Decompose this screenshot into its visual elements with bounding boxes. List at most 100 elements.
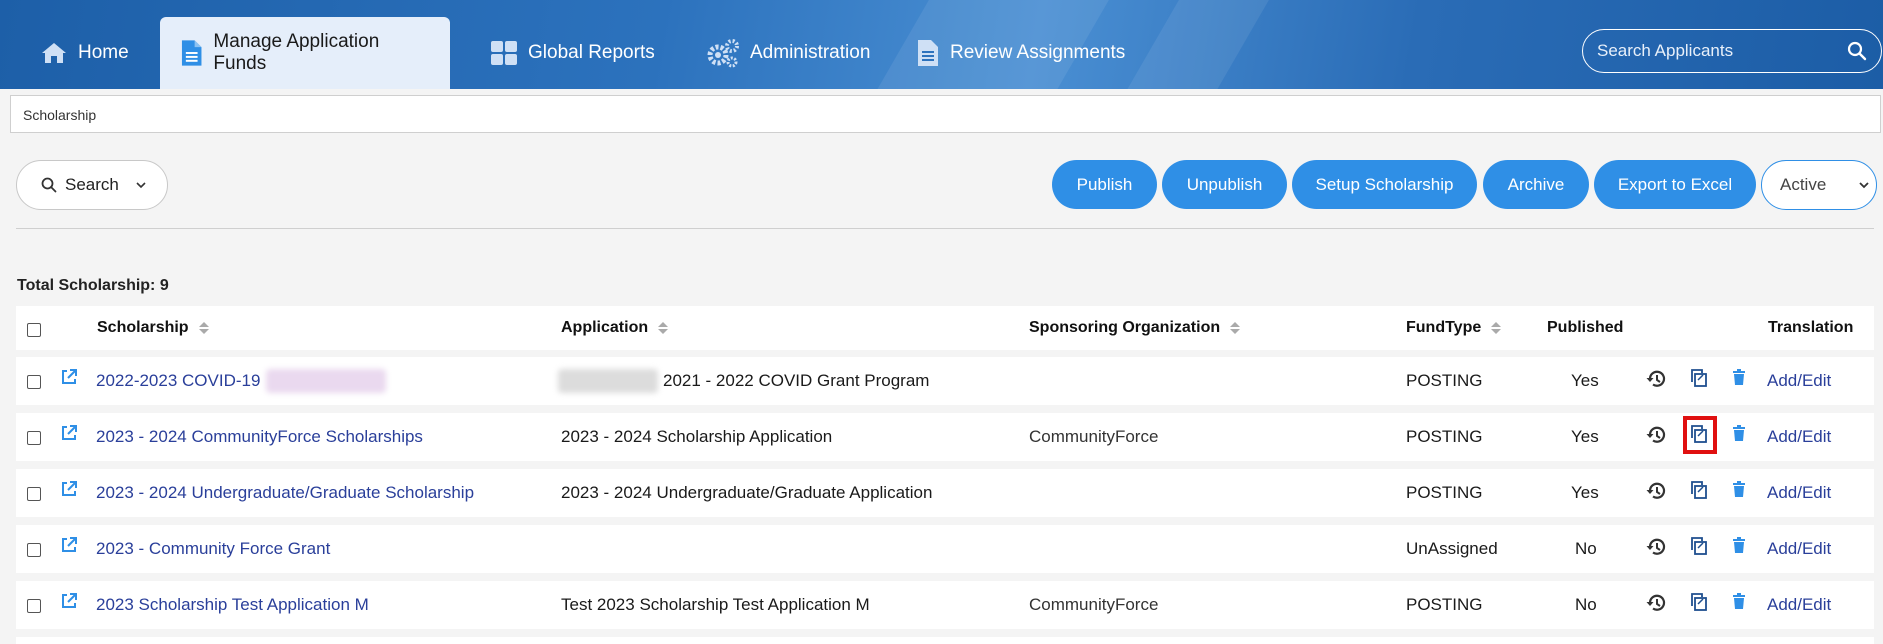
row-checkbox[interactable] [27, 375, 41, 389]
scholarship-link[interactable]: 2023 Scholarship Test Application M [96, 595, 369, 615]
copy-icon[interactable] [1690, 536, 1708, 556]
trash-icon[interactable] [1732, 593, 1746, 609]
column-fundtype[interactable]: FundType [1406, 319, 1502, 337]
history-icon[interactable] [1645, 369, 1667, 389]
search-applicants-box[interactable] [1582, 29, 1882, 73]
scholarship-link[interactable]: 2023 - 2024 CommunityForce Scholarships [96, 427, 423, 447]
application-name: 2023 - 2024 Undergraduate/Graduate Appli… [561, 483, 933, 502]
gears-icon [707, 39, 739, 68]
history-icon[interactable] [1645, 593, 1667, 613]
sort-icon[interactable] [658, 322, 669, 334]
status-filter-value: Active [1780, 175, 1827, 194]
history-icon[interactable] [1645, 425, 1667, 445]
table-row: 2022-2023 COVID-19 2021 - 2022 COVID Gra… [16, 357, 1874, 405]
export-excel-button[interactable]: Export to Excel [1594, 160, 1756, 209]
external-link-icon[interactable] [60, 536, 78, 554]
external-link-icon[interactable] [60, 480, 78, 498]
nav-admin-label: Administration [750, 42, 871, 63]
select-all-checkbox[interactable] [27, 323, 41, 337]
archive-button[interactable]: Archive [1483, 160, 1589, 209]
sponsoring-organization: CommunityForce [1029, 595, 1159, 614]
trash-icon[interactable] [1732, 425, 1746, 441]
translation-add-edit-link[interactable]: Add/Edit [1767, 427, 1831, 447]
top-navigation: Home Manage Application Funds Global Rep… [0, 0, 1883, 89]
column-translation-label: Translation [1768, 319, 1854, 336]
total-label: Total Scholarship: [17, 277, 156, 294]
table-row: 2023 - Community Force Grant UnAssigned … [16, 525, 1874, 573]
copy-icon[interactable] [1690, 480, 1708, 500]
external-link-icon[interactable] [60, 424, 78, 442]
toolbar-divider [16, 228, 1874, 229]
publish-button[interactable]: Publish [1052, 160, 1157, 209]
nav-review-label: Review Assignments [950, 42, 1126, 63]
column-published: Published [1547, 319, 1623, 337]
external-link-icon[interactable] [60, 368, 78, 386]
chevron-down-icon [136, 182, 146, 189]
application-name: 2023 - 2024 Scholarship Application [561, 427, 833, 446]
search-applicants-input[interactable] [1597, 41, 1837, 61]
nav-reports-label: Global Reports [528, 42, 655, 63]
copy-icon[interactable] [1690, 368, 1708, 388]
published-status: No [1575, 539, 1597, 558]
column-application[interactable]: Application [561, 319, 669, 337]
row-checkbox[interactable] [27, 431, 41, 445]
translation-add-edit-link[interactable]: Add/Edit [1767, 595, 1831, 615]
nav-home-label: Home [78, 42, 129, 63]
nav-global-reports[interactable]: Global Reports [470, 17, 673, 89]
nav-review-assignments[interactable]: Review Assignments [896, 17, 1143, 89]
table-row: 2023 Scholarship Test Application M Test… [16, 581, 1874, 629]
column-fundtype-label: FundType [1406, 319, 1482, 336]
unpublish-button[interactable]: Unpublish [1162, 160, 1287, 209]
published-status: Yes [1571, 483, 1599, 502]
application-name: Test 2023 Scholarship Test Application M [561, 595, 870, 614]
row-checkbox[interactable] [27, 487, 41, 501]
dashboard-icon [491, 41, 517, 65]
home-icon [42, 43, 66, 63]
trash-icon[interactable] [1732, 537, 1746, 553]
sponsoring-organization: CommunityForce [1029, 427, 1159, 446]
scholarship-link[interactable]: 2023 - 2024 Undergraduate/Graduate Schol… [96, 483, 474, 503]
sort-icon[interactable] [198, 322, 209, 334]
nav-manage-application-funds[interactable]: Manage Application Funds [160, 17, 450, 89]
translation-add-edit-link[interactable]: Add/Edit [1767, 539, 1831, 559]
column-published-label: Published [1547, 319, 1624, 336]
status-filter-select[interactable]: Active [1761, 160, 1877, 210]
sort-icon[interactable] [1491, 322, 1502, 334]
setup-scholarship-button[interactable]: Setup Scholarship [1292, 160, 1477, 209]
column-scholarship[interactable]: Scholarship [97, 319, 209, 337]
file-list-icon [918, 40, 938, 66]
translation-add-edit-link[interactable]: Add/Edit [1767, 371, 1831, 391]
external-link-icon[interactable] [60, 592, 78, 610]
scholarship-link[interactable]: 2022-2023 COVID-19 [96, 371, 260, 391]
column-sponsor-label: Sponsoring Organization [1029, 319, 1221, 336]
fund-type: POSTING [1406, 595, 1483, 614]
scholarship-link[interactable]: 2023 - Community Force Grant [96, 539, 330, 559]
total-scholarship-count: Total Scholarship: 9 [17, 277, 169, 295]
nav-administration[interactable]: Administration [686, 17, 888, 89]
table-row [16, 637, 1874, 644]
history-icon[interactable] [1645, 537, 1667, 557]
column-translation: Translation [1768, 319, 1853, 337]
copy-icon[interactable] [1690, 592, 1708, 612]
chevron-down-icon [1859, 182, 1869, 189]
table-row: 2023 - 2024 CommunityForce Scholarships … [16, 413, 1874, 461]
search-dropdown-button[interactable]: Search [16, 160, 168, 210]
fund-type: UnAssigned [1406, 539, 1498, 558]
search-icon[interactable] [1847, 41, 1867, 61]
row-checkbox[interactable] [27, 599, 41, 613]
row-checkbox[interactable] [27, 543, 41, 557]
total-value: 9 [159, 277, 169, 294]
nav-manage-label: Manage Application Funds [213, 31, 380, 74]
trash-icon[interactable] [1732, 481, 1746, 497]
trash-icon[interactable] [1732, 369, 1746, 385]
published-status: Yes [1571, 371, 1599, 390]
table-header: Scholarship Application Sponsoring Organ… [16, 306, 1874, 350]
history-icon[interactable] [1645, 481, 1667, 501]
fund-type: POSTING [1406, 427, 1483, 446]
column-sponsoring-organization[interactable]: Sponsoring Organization [1029, 319, 1241, 337]
translation-add-edit-link[interactable]: Add/Edit [1767, 483, 1831, 503]
redacted-text [266, 369, 386, 393]
document-icon [181, 40, 202, 66]
sort-icon[interactable] [1230, 322, 1241, 334]
nav-home[interactable]: Home [20, 17, 147, 89]
